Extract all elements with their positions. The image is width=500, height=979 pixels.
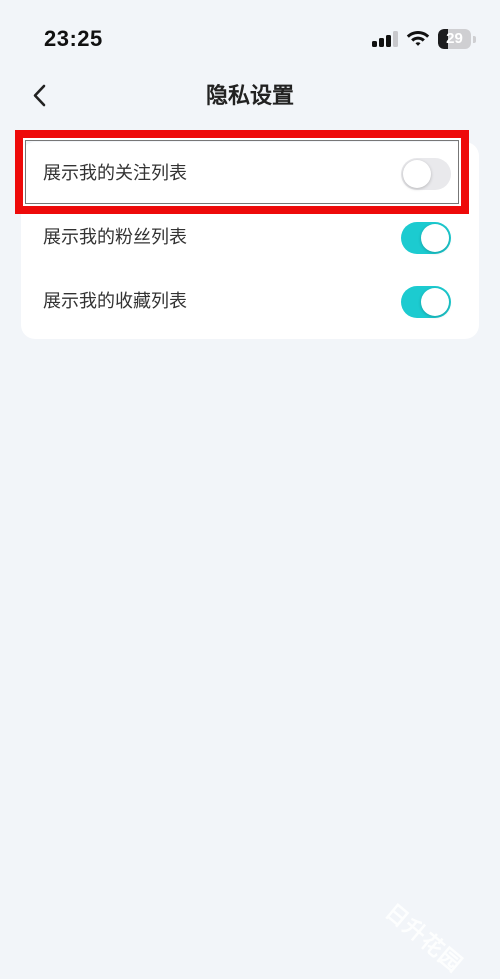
wifi-icon — [406, 31, 430, 46]
nav-bar: 隐私设置 — [0, 70, 500, 124]
toggle-show-favorites[interactable] — [401, 286, 451, 318]
status-bar: 23:25 29 — [0, 0, 500, 80]
privacy-settings-card: 展示我的关注列表 展示我的粉丝列表 展示我的收藏列表 — [21, 142, 479, 339]
battery-icon: 29 — [438, 29, 476, 49]
setting-label-show-favorites: 展示我的收藏列表 — [43, 291, 187, 312]
setting-row-show-followers: 展示我的粉丝列表 — [21, 206, 479, 270]
toggle-show-following[interactable] — [401, 158, 451, 190]
toggle-knob — [403, 160, 431, 188]
page-title: 隐私设置 — [205, 84, 294, 109]
setting-row-show-favorites: 展示我的收藏列表 — [21, 270, 479, 334]
chevron-left-icon — [33, 84, 46, 107]
status-time: 23:25 — [44, 26, 103, 51]
watermark: 日升花园 — [380, 899, 467, 978]
toggle-knob — [421, 224, 449, 252]
toggle-knob — [421, 288, 449, 316]
cellular-signal-icon — [372, 31, 398, 47]
setting-label-show-followers: 展示我的粉丝列表 — [43, 227, 187, 248]
setting-label-show-following: 展示我的关注列表 — [43, 163, 187, 184]
back-button[interactable] — [20, 76, 60, 116]
battery-level: 29 — [446, 30, 463, 47]
setting-row-show-following: 展示我的关注列表 — [21, 142, 479, 206]
toggle-show-followers[interactable] — [401, 222, 451, 254]
